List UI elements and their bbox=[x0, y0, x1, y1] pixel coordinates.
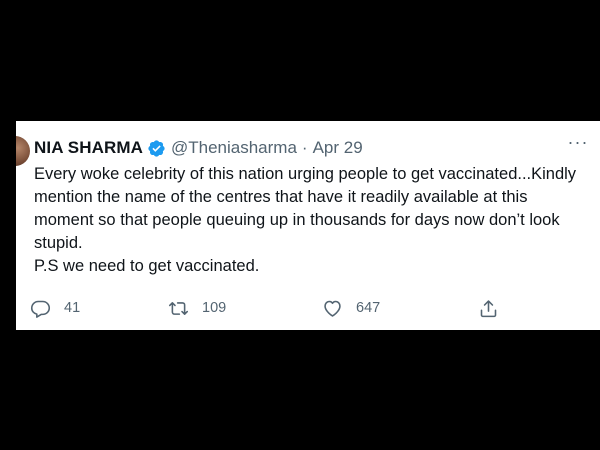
tweet-card[interactable]: NIA SHARMA @Theniasharma · Apr 29 ··· Ev… bbox=[16, 121, 600, 330]
reply-button[interactable]: 41 bbox=[30, 293, 80, 323]
like-button[interactable]: 647 bbox=[322, 293, 380, 323]
like-count: 647 bbox=[356, 300, 381, 316]
tweet-actions-bar: 41 109 647 bbox=[30, 293, 590, 323]
avatar[interactable] bbox=[16, 136, 30, 166]
tweet-header: NIA SHARMA @Theniasharma · Apr 29 bbox=[34, 135, 363, 161]
share-icon bbox=[478, 298, 499, 319]
tweet-text-paragraph: P.S we need to get vaccinated. bbox=[34, 257, 260, 275]
tweet-text-paragraph: Every woke celebrity of this nation urgi… bbox=[34, 165, 577, 252]
header-separator: · bbox=[301, 138, 308, 157]
retweet-button[interactable]: 109 bbox=[168, 293, 226, 323]
retweet-icon bbox=[168, 298, 189, 319]
tweet-date[interactable]: Apr 29 bbox=[313, 138, 363, 158]
reply-count: 41 bbox=[64, 300, 81, 316]
author-handle[interactable]: @Theniasharma bbox=[171, 138, 297, 158]
tweet-text: Every woke celebrity of this nation urgi… bbox=[34, 163, 589, 278]
more-options-icon[interactable]: ··· bbox=[566, 133, 590, 155]
share-button[interactable] bbox=[478, 293, 499, 323]
verified-badge-icon bbox=[147, 139, 166, 158]
like-icon bbox=[322, 298, 343, 319]
image-frame: NIA SHARMA @Theniasharma · Apr 29 ··· Ev… bbox=[0, 0, 600, 450]
author-name[interactable]: NIA SHARMA bbox=[34, 138, 143, 158]
retweet-count: 109 bbox=[202, 300, 227, 316]
reply-icon bbox=[30, 298, 51, 319]
